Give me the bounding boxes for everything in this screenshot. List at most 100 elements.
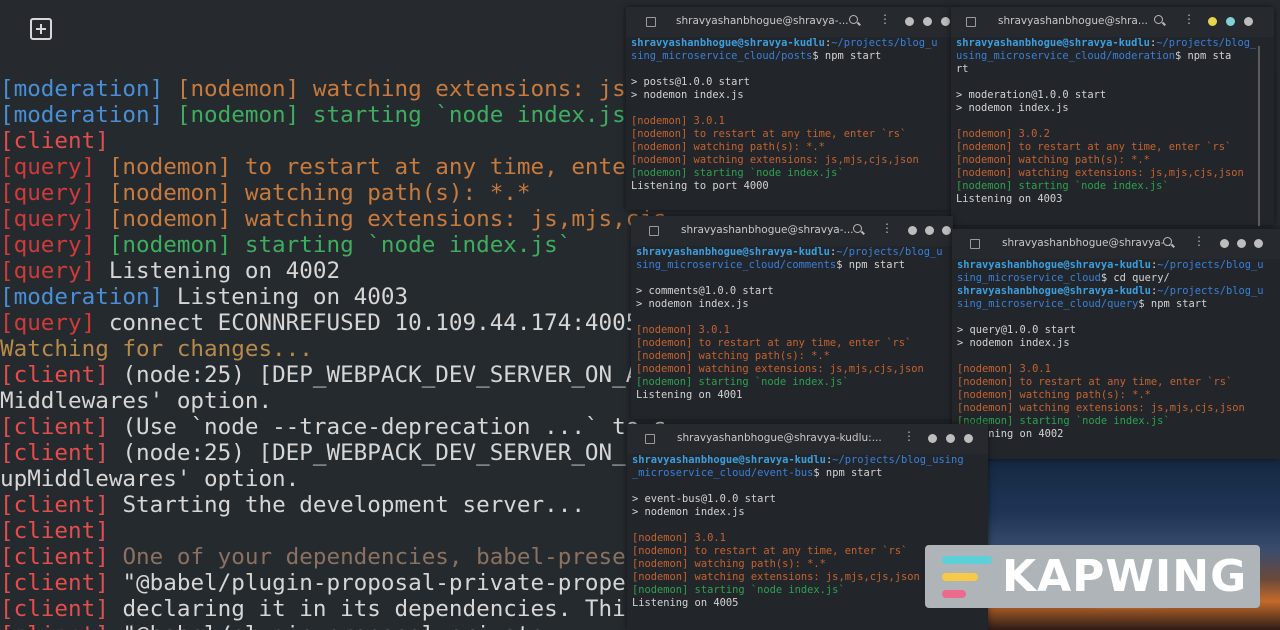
terminal-line: shravyashanbhogue@shravya-kudlu:~/projec… xyxy=(957,259,1280,272)
maximize-icon[interactable] xyxy=(1226,17,1235,26)
terminal-line: [query] [nodemon] to restart at any time… xyxy=(0,154,639,180)
terminal-text: ~/projects/blog_u xyxy=(1157,259,1264,271)
terminal-window-moderation[interactable]: shravyashanbhogue@shra... ⋮ shravyashanb… xyxy=(951,7,1274,225)
minimize-icon[interactable] xyxy=(928,434,937,443)
terminal-title: shravyashanbhogue@shravya-kudlu:... xyxy=(677,432,882,444)
terminal-text: rt xyxy=(956,63,969,75)
kapwing-logo-bar xyxy=(942,590,966,598)
terminal-text: > comments@1.0.0 start xyxy=(636,285,774,297)
search-icon[interactable] xyxy=(849,15,858,24)
menu-icon[interactable]: ⋮ xyxy=(1193,234,1205,248)
close-icon[interactable] xyxy=(942,226,951,235)
terminal-line: [nodemon] 3.0.2 xyxy=(956,128,1274,141)
terminal-text: Listening on 4003 xyxy=(176,284,409,310)
terminal-text: [nodemon] to restart at any time, enter … xyxy=(957,376,1233,388)
terminal-line: [nodemon] 3.0.1 xyxy=(636,324,953,337)
terminal-text: ~/projects/blog_using xyxy=(832,454,964,466)
kapwing-logo-text: KAPWING xyxy=(1002,551,1248,602)
terminal-text: [nodemon] watching extensions: js,m xyxy=(176,76,653,102)
terminal-text: $ npm start xyxy=(812,50,882,62)
terminal-line: [nodemon] starting `node index.js` xyxy=(957,415,1280,428)
terminal-line: [moderation] [nodemon] starting `node in… xyxy=(0,102,639,128)
terminal-line: [nodemon] 3.0.1 xyxy=(957,363,1280,376)
terminal-line: [nodemon] watching extensions: js,mjs,cj… xyxy=(956,167,1274,180)
terminal-line: [client] One of your dependencies, babel… xyxy=(0,544,653,570)
terminal-line: [client] (Use `node --trace-deprecation … xyxy=(0,414,667,440)
terminal-text: [client] xyxy=(0,518,109,544)
search-icon[interactable] xyxy=(853,224,862,233)
terminal-line: > nodemon index.js xyxy=(632,506,988,519)
terminal-text: > nodemon index.js xyxy=(957,337,1070,349)
terminal-line: [moderation] Listening on 4003 xyxy=(0,284,408,310)
terminal-text: [moderation] xyxy=(0,76,177,102)
terminal-text: Listening on 4005 xyxy=(632,597,739,609)
terminal-line: [nodemon] starting `node index.js` xyxy=(956,180,1274,193)
terminal-text: Watching for changes... xyxy=(0,336,313,362)
kapwing-logo-bar xyxy=(942,556,992,564)
terminal-text: _microservice_cloud/event-bus xyxy=(632,467,814,479)
terminal-line: > posts@1.0.0 start xyxy=(631,76,952,89)
search-icon[interactable] xyxy=(1154,15,1163,24)
close-icon[interactable] xyxy=(964,434,973,443)
terminal-text: (node:25) [DEP_WEBPACK_DEV_SERVER_ON_BEF xyxy=(122,440,667,466)
terminal-output[interactable]: shravyashanbhogue@shravya-kudlu:~/projec… xyxy=(952,259,1280,459)
terminal-text: [nodemon] starting `node index.js` xyxy=(632,584,845,596)
minimize-icon[interactable] xyxy=(1208,17,1217,26)
menu-icon[interactable]: ⋮ xyxy=(1183,12,1195,26)
terminal-text: "@babel/plugin-proposal-private-property xyxy=(122,570,667,596)
terminal-text: [nodemon] watching path(s): *.* xyxy=(636,350,830,362)
maximize-icon[interactable] xyxy=(1237,239,1246,248)
scrollbar[interactable] xyxy=(1258,46,1260,226)
minimize-icon[interactable] xyxy=(905,17,914,26)
new-tab-icon[interactable] xyxy=(30,18,52,40)
search-icon[interactable] xyxy=(1163,237,1172,246)
terminal-output[interactable]: shravyashanbhogue@shravya-kudlu:~/projec… xyxy=(631,246,953,419)
minimize-icon[interactable] xyxy=(1220,239,1229,248)
terminal-line: > moderation@1.0.0 start xyxy=(956,89,1274,102)
terminal-line: [nodemon] to restart at any time, enter … xyxy=(636,337,953,350)
terminal-line: sing_microservice_cloud/posts$ npm start xyxy=(631,50,952,63)
terminal-text: > moderation@1.0.0 start xyxy=(956,89,1107,101)
minimize-icon[interactable] xyxy=(908,226,917,235)
terminal-text: [query] xyxy=(0,154,109,180)
terminal-text: [nodemon] to restart at any time, enter … xyxy=(956,141,1232,153)
maximize-icon[interactable] xyxy=(946,434,955,443)
terminal-text: [query] xyxy=(0,180,109,206)
terminal-line: [query] connect ECONNREFUSED 10.109.44.1… xyxy=(0,310,639,336)
terminal-text: [nodemon] 3.0.1 xyxy=(632,532,726,544)
terminal-window-posts[interactable]: shravyashanbhogue@shravya-... ⋮ shravyas… xyxy=(626,7,952,210)
terminal-text: declaring it in its dependencies. This xyxy=(122,596,653,622)
close-icon[interactable] xyxy=(1254,239,1263,248)
maximize-icon[interactable] xyxy=(925,226,934,235)
terminal-output[interactable]: shravyashanbhogue@shravya-kudlu:~/projec… xyxy=(626,37,952,210)
terminal-line: rt xyxy=(956,63,1274,76)
terminal-text: [nodemon] watching extensions: js,mjs,cj… xyxy=(632,571,920,583)
menu-icon[interactable]: ⋮ xyxy=(903,429,915,443)
terminal-text: [nodemon] 3.0.1 xyxy=(636,324,730,336)
terminal-line: > nodemon index.js xyxy=(956,102,1274,115)
close-icon[interactable] xyxy=(1244,17,1253,26)
terminal-text: [moderation] xyxy=(0,102,177,128)
terminal-line: > comments@1.0.0 start xyxy=(636,285,953,298)
terminal-text: (node:25) [DEP_WEBPACK_DEV_SERVER_ON_AFT xyxy=(122,362,667,388)
close-icon[interactable] xyxy=(941,17,950,26)
menu-icon[interactable]: ⋮ xyxy=(881,221,893,235)
terminal-text: [client] xyxy=(0,440,123,466)
maximize-icon[interactable] xyxy=(923,17,932,26)
terminal-text: Middlewares' option. xyxy=(0,388,273,414)
terminal-text: [nodemon] to restart at any time, enter … xyxy=(631,128,907,140)
terminal-window-comments[interactable]: shravyashanbhogue@shravya-... ⋮ shravyas… xyxy=(631,216,953,419)
terminal-text: > query@1.0.0 start xyxy=(957,324,1076,336)
menu-icon[interactable]: ⋮ xyxy=(879,12,891,26)
terminal-window-query[interactable]: shravyashanbhogue@shravya-... ⋮ shravyas… xyxy=(952,229,1280,459)
terminal-title: shravyashanbhogue@shravya-... xyxy=(676,15,849,27)
terminal-text: $ npm sta xyxy=(1174,50,1232,62)
terminal-output[interactable]: shravyashanbhogue@shravya-kudlu:~/projec… xyxy=(951,37,1274,225)
kapwing-watermark: KAPWING xyxy=(925,545,1260,608)
terminal-line: [nodemon] watching path(s): *.* xyxy=(636,350,953,363)
